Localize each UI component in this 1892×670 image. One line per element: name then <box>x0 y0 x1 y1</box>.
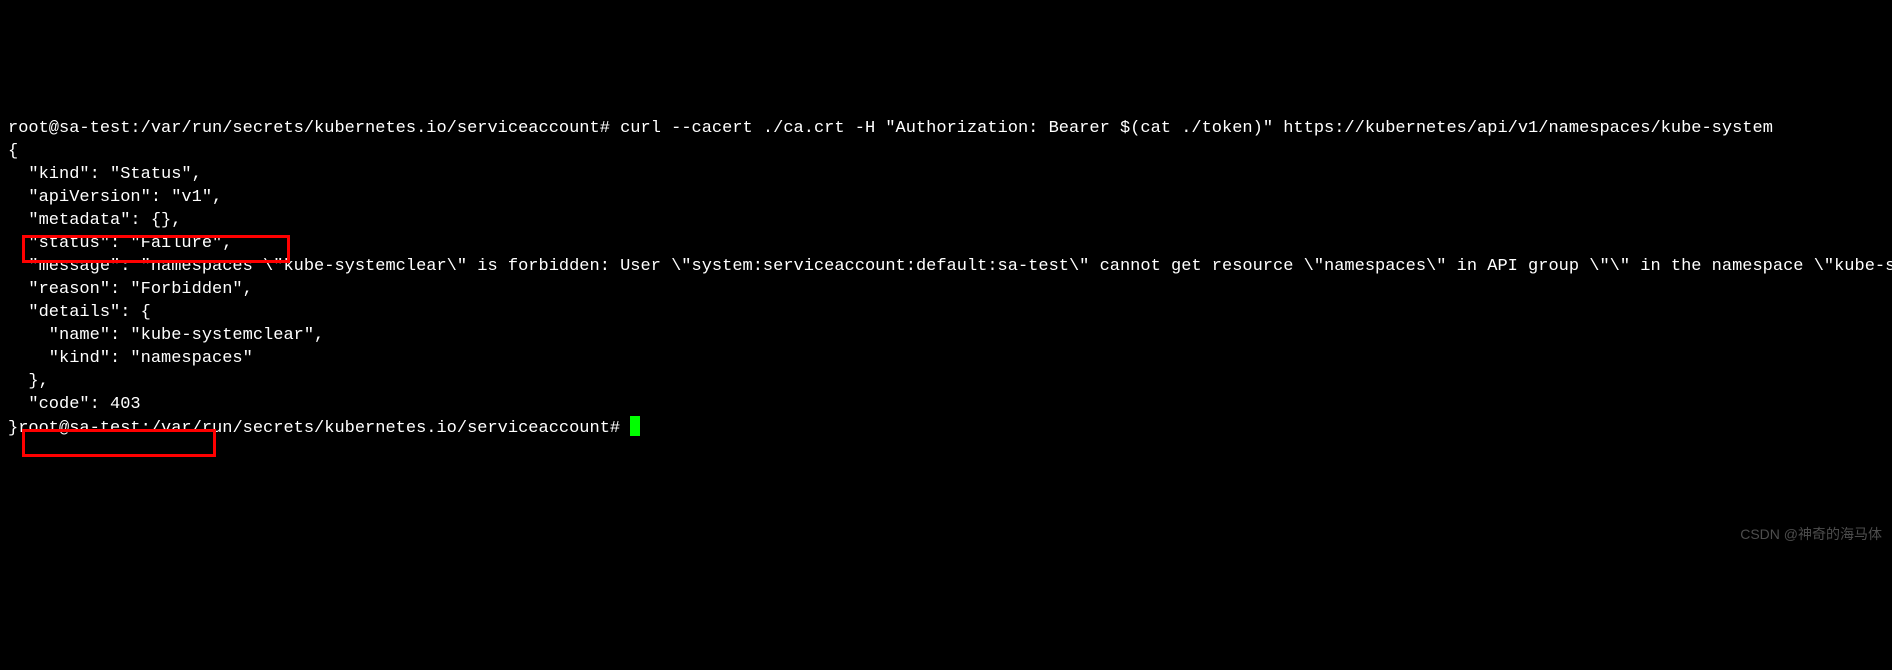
json-open-brace: { <box>8 140 1884 163</box>
json-details-close: }, <box>8 370 1884 393</box>
watermark-text: CSDN @神奇的海马体 <box>1740 523 1882 546</box>
json-message: "message": "namespaces \"kube-systemclea… <box>8 255 1884 278</box>
curl-command: curl --cacert ./ca.crt -H "Authorization… <box>620 119 1773 138</box>
json-metadata: "metadata": {}, <box>8 209 1884 232</box>
json-details-open: "details": { <box>8 301 1884 324</box>
shell-prompt: root@sa-test:/var/run/secrets/kubernetes… <box>8 119 620 138</box>
final-line: }root@sa-test:/var/run/secrets/kubernete… <box>8 416 1884 440</box>
terminal-cursor[interactable] <box>630 416 640 436</box>
json-apiversion: "apiVersion": "v1", <box>8 186 1884 209</box>
json-status: "status": "Failure", <box>8 232 1884 255</box>
shell-prompt-2: root@sa-test:/var/run/secrets/kubernetes… <box>18 419 630 438</box>
terminal-output: root@sa-test:/var/run/secrets/kubernetes… <box>8 94 1884 509</box>
json-details-kind: "kind": "namespaces" <box>8 347 1884 370</box>
json-details-name: "name": "kube-systemclear", <box>8 324 1884 347</box>
json-reason: "reason": "Forbidden", <box>8 278 1884 301</box>
command-line: root@sa-test:/var/run/secrets/kubernetes… <box>8 117 1884 140</box>
json-kind: "kind": "Status", <box>8 163 1884 186</box>
json-code: "code": 403 <box>8 393 1884 416</box>
json-close-brace: } <box>8 419 18 438</box>
